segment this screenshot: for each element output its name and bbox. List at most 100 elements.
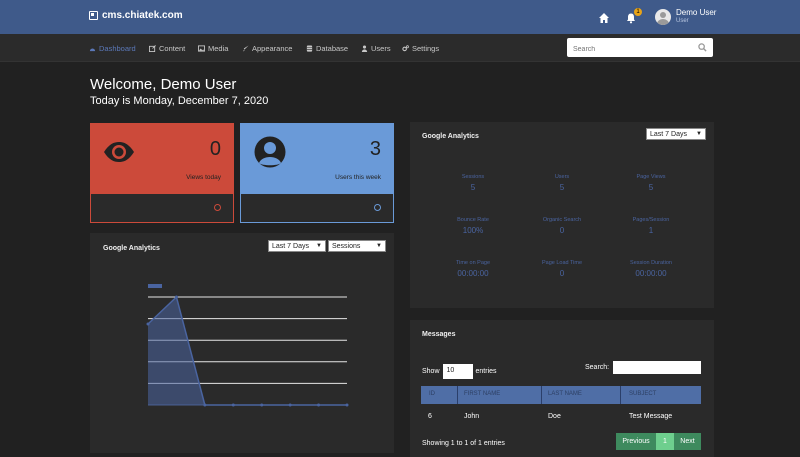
column-divider	[620, 386, 621, 404]
next-button[interactable]: Next	[674, 433, 701, 450]
stat-session-duration: Session Duration 00:00:00	[606, 260, 696, 278]
col-subject[interactable]: SUBJECT	[629, 391, 656, 397]
nav-label: Media	[208, 44, 229, 53]
image-icon	[198, 45, 205, 52]
stat-label: Organic Search	[542, 217, 582, 223]
eye-icon	[104, 142, 134, 162]
views-count: 0	[209, 138, 221, 160]
nav-users[interactable]: Users	[361, 44, 391, 53]
col-first-name[interactable]: FIRST NAME	[464, 391, 500, 397]
stat-label: Pages/Session	[632, 217, 670, 223]
data-point[interactable]	[174, 295, 178, 299]
nav-label: Users	[371, 44, 391, 53]
nav-content[interactable]: Content	[149, 44, 185, 53]
stat-label: Sessions	[461, 174, 485, 180]
user-circle-icon	[254, 136, 286, 168]
notification-badge: 1	[634, 8, 642, 16]
cell-last-name: Doe	[548, 413, 561, 420]
stat-value: 0	[559, 226, 565, 235]
stat-label: Session Duration	[630, 260, 672, 266]
gears-icon	[402, 45, 409, 52]
data-point[interactable]	[203, 403, 207, 407]
views-label: Views today	[186, 174, 221, 181]
cell-subject[interactable]: Test Message	[629, 413, 672, 420]
page-title: Welcome, Demo User	[90, 76, 237, 93]
nav-label: Appearance	[252, 44, 293, 53]
nav-settings[interactable]: Settings	[402, 44, 439, 53]
nav-label: Database	[316, 44, 349, 53]
col-last-name[interactable]: LAST NAME	[548, 391, 582, 397]
table-search-label: Search:	[585, 364, 610, 371]
circle-icon[interactable]	[374, 204, 381, 211]
users-card-footer[interactable]	[241, 194, 393, 222]
top-header: cms.chiatek.com 1 Demo User User	[0, 0, 800, 34]
previous-button[interactable]: Previous	[616, 433, 656, 450]
views-card-footer[interactable]	[91, 194, 233, 222]
ga-chart-panel: Google Analytics Last 7 Days ▼ Sessions ▼	[90, 233, 394, 453]
user-role: User	[676, 18, 689, 24]
data-point[interactable]	[317, 403, 321, 407]
stat-label: Time on Page	[455, 260, 491, 266]
search-input[interactable]	[567, 40, 687, 59]
data-point[interactable]	[345, 403, 349, 407]
user-icon	[361, 45, 368, 52]
col-id[interactable]: ID	[429, 391, 435, 397]
nav-media[interactable]: Media	[198, 44, 228, 53]
nav-dashboard[interactable]: Dashboard	[89, 44, 136, 53]
stat-pages-session: Pages/Session 1	[606, 217, 696, 235]
chevron-down-icon: ▼	[696, 131, 702, 137]
stat-label: Page Load Time	[541, 260, 583, 266]
stat-value: 1	[648, 226, 654, 235]
column-divider	[541, 386, 542, 404]
search-box	[567, 38, 713, 59]
today-date: Today is Monday, December 7, 2020	[90, 95, 269, 107]
edit-icon	[149, 45, 156, 52]
site-brand[interactable]: cms.chiatek.com	[89, 10, 183, 21]
users-count: 3	[369, 138, 381, 160]
sessions-area	[148, 297, 347, 405]
data-point[interactable]	[260, 403, 264, 407]
stat-value: 5	[470, 183, 476, 192]
search-icon[interactable]	[698, 43, 707, 52]
entries-select[interactable]: 10	[442, 364, 473, 379]
stat-label: Page Views	[636, 174, 666, 180]
nav-label: Content	[159, 44, 186, 53]
user-name[interactable]: Demo User	[676, 8, 716, 17]
table-search-input[interactable]	[613, 361, 701, 374]
stat-label: Bounce Rate	[457, 217, 489, 223]
data-point[interactable]	[288, 403, 292, 407]
table-info: Showing 1 to 1 of 1 entries	[422, 440, 505, 447]
range-select[interactable]: Last 7 Days ▼	[646, 128, 706, 140]
nav-appearance[interactable]: Appearance	[242, 44, 292, 53]
stat-label: Users	[554, 174, 570, 180]
show-label: Show	[422, 368, 440, 375]
select-value: Last 7 Days	[650, 130, 687, 138]
nav-database[interactable]: Database	[306, 44, 348, 53]
cell-id: 6	[428, 413, 432, 420]
home-icon[interactable]	[598, 12, 610, 24]
circle-icon[interactable]	[214, 204, 221, 211]
stat-sessions: Sessions 5	[428, 174, 518, 192]
data-point[interactable]	[146, 322, 150, 326]
users-label: Users this week	[335, 174, 381, 181]
cell-first-name: John	[464, 413, 480, 420]
brush-icon	[242, 45, 249, 52]
stat-bounce-rate: Bounce Rate 100%	[428, 217, 518, 235]
legend-swatch	[148, 284, 162, 288]
site-logo-icon	[89, 11, 98, 20]
stat-page-views: Page Views 5	[606, 174, 696, 192]
entries-length: Show 10 entries	[422, 364, 497, 379]
column-divider	[457, 386, 458, 404]
site-name: cms.chiatek.com	[102, 10, 183, 21]
data-point[interactable]	[231, 403, 235, 407]
dashboard-icon	[89, 48, 96, 52]
users-week-card: 3 Users this week	[240, 123, 394, 223]
avatar[interactable]	[655, 9, 671, 25]
nav-label: Dashboard	[99, 44, 136, 53]
page-1-button[interactable]: 1	[656, 433, 674, 450]
stat-value: 00:00:00	[457, 269, 489, 278]
stat-value: 00:00:00	[635, 269, 667, 278]
table-header: ID FIRST NAME LAST NAME SUBJECT	[421, 386, 701, 404]
stat-page-load-time: Page Load Time 0	[517, 260, 607, 278]
views-today-card: 0 Views today	[90, 123, 234, 223]
